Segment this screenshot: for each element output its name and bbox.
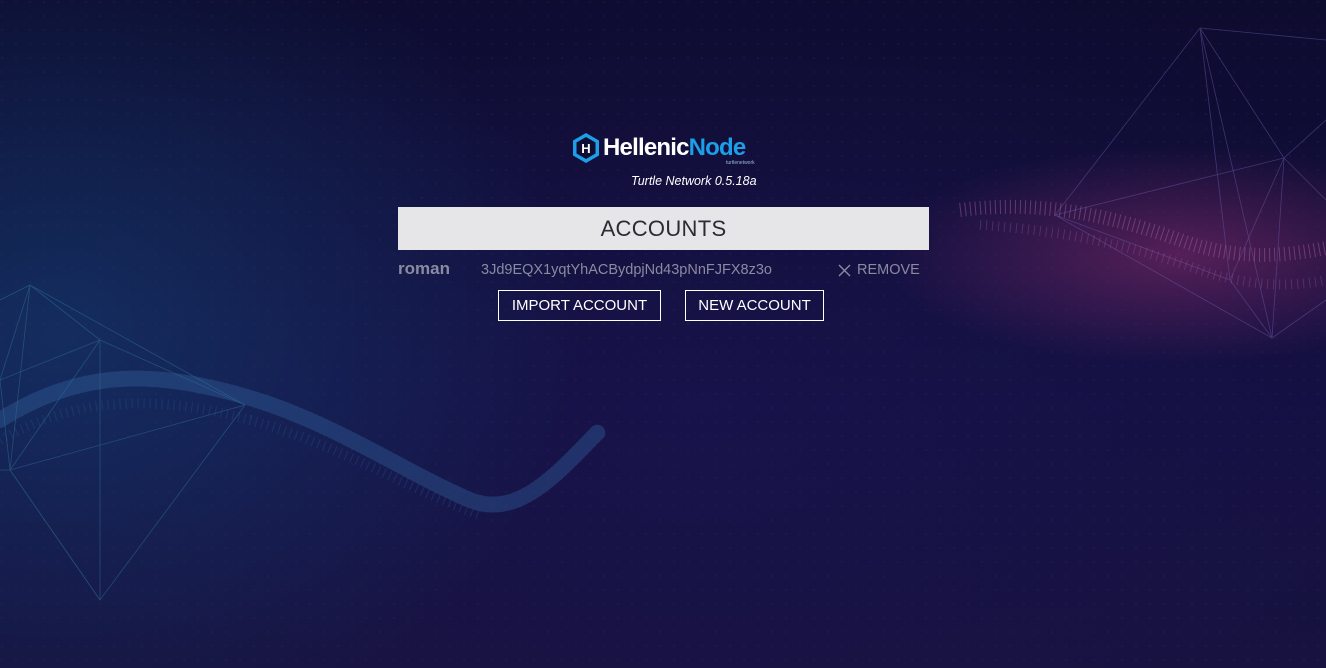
hexagon-logo-icon: H bbox=[573, 133, 599, 163]
remove-account-button[interactable]: REMOVE bbox=[838, 260, 920, 280]
account-name[interactable]: roman bbox=[398, 258, 450, 280]
svg-text:H: H bbox=[581, 141, 590, 156]
hellenicnode-logo: H HellenicNode turtlenetwork bbox=[572, 132, 762, 168]
remove-label: REMOVE bbox=[857, 262, 920, 278]
background-network-graphic bbox=[0, 0, 1326, 668]
accounts-header: ACCOUNTS bbox=[398, 207, 929, 250]
import-account-button[interactable]: IMPORT ACCOUNT bbox=[498, 290, 661, 321]
brand-name-part1: Hellenic bbox=[603, 134, 689, 161]
brand-name: HellenicNode bbox=[603, 134, 747, 162]
new-account-button[interactable]: NEW ACCOUNT bbox=[685, 290, 824, 321]
brand-name-part2: Node bbox=[688, 134, 747, 161]
background bbox=[0, 0, 1326, 668]
version-label: Turtle Network 0.5.18a bbox=[631, 174, 757, 188]
account-address: 3Jd9EQX1yqtYhACBydpjNd43pNnFJFX8z3o bbox=[481, 262, 772, 278]
brand-subtitle: turtlenetwork bbox=[726, 160, 755, 166]
account-row[interactable]: roman 3Jd9EQX1yqtYhACBydpjNd43pNnFJFX8z3… bbox=[398, 257, 929, 281]
close-icon bbox=[838, 264, 851, 276]
